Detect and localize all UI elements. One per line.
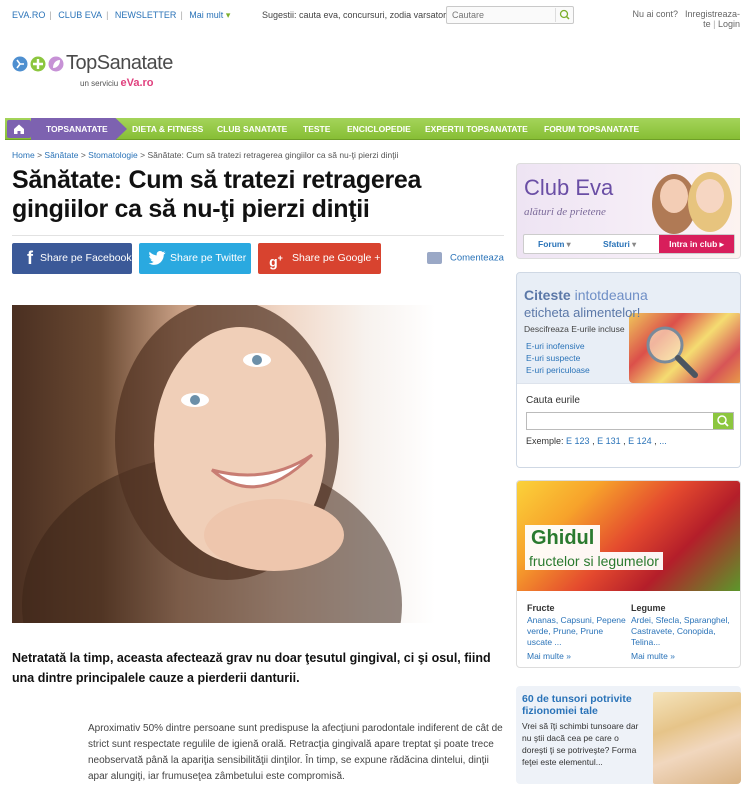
blonde-woman-photo[interactable] bbox=[653, 692, 741, 784]
nav-item-teste[interactable]: TESTE bbox=[303, 118, 330, 140]
article-hero-image bbox=[12, 305, 504, 623]
citeste-headline: Citeste intotdeauna bbox=[524, 287, 648, 303]
e-example-more[interactable]: ... bbox=[659, 436, 667, 446]
logo-icon bbox=[12, 56, 64, 72]
fructe-more-link[interactable]: Mai multe » bbox=[527, 651, 571, 661]
legume-more-link[interactable]: Mai multe » bbox=[631, 651, 675, 661]
top-link-eva[interactable]: EVA.RO bbox=[12, 10, 45, 20]
comment-label: Comenteaza bbox=[450, 252, 504, 264]
logo-wordmark: TopSanatate bbox=[66, 52, 173, 74]
haircuts-headline[interactable]: 60 de tunsori potrivite fizionomiei tale bbox=[522, 693, 662, 717]
breadcrumb-separator: > bbox=[80, 150, 86, 160]
share-twitter-button[interactable]: Share pe Twitter bbox=[139, 243, 251, 274]
share-facebook-button[interactable]: f Share pe Facebook bbox=[12, 243, 132, 274]
guide-title: Ghidul bbox=[525, 525, 601, 552]
top-bar: EVA.RO| CLUB EVA| NEWSLETTER| Mai mult S… bbox=[0, 0, 752, 32]
club-eva-widget: Club Eva alături de prietene Forum Sfatu… bbox=[516, 163, 741, 259]
e-additives-widget: Citeste intotdeauna eticheta alimentelor… bbox=[516, 272, 741, 468]
smiling-woman-photo bbox=[22, 305, 402, 623]
search-suggestions: Sugestii: cauta eva, concursuri, zodia v… bbox=[262, 10, 447, 20]
legume-list[interactable]: Ardei, Sfecla, Sparanghel, Castravete, C… bbox=[631, 615, 731, 648]
e-search-input[interactable] bbox=[526, 412, 734, 430]
search-button[interactable] bbox=[555, 8, 571, 22]
login-link[interactable]: Login bbox=[718, 19, 740, 29]
breadcrumb: Home > Sănătate > Stomatologie > Sănătat… bbox=[12, 150, 398, 160]
breadcrumb-stomatologie[interactable]: Stomatologie bbox=[88, 150, 138, 160]
club-eva-tagline: alături de prietene bbox=[524, 206, 606, 218]
top-links: EVA.RO | CLUB EVA | NEWSLETTER | Mai mult bbox=[12, 10, 230, 21]
citeste-headline-line2: eticheta alimentelor! bbox=[524, 305, 641, 320]
top-link-more[interactable]: Mai mult bbox=[189, 10, 230, 20]
fructe-list[interactable]: Ananas, Capsuni, Pepene verde, Prune, Pr… bbox=[527, 615, 627, 648]
breadcrumb-sanatate[interactable]: Sănătate bbox=[44, 150, 78, 160]
comment-link[interactable]: Comenteaza bbox=[427, 252, 504, 264]
nav-item-enciclopedie[interactable]: ENCICLOPEDIE bbox=[347, 118, 411, 140]
magnifier-icon bbox=[646, 326, 698, 378]
article-body: Aproximativ 50% dintre persoane sunt pre… bbox=[88, 723, 503, 782]
nav-item-dieta-fitness[interactable]: DIETA & FITNESS bbox=[132, 118, 203, 140]
account-area: Nu ai cont? Inregistreaza-te | Login bbox=[632, 9, 740, 29]
breadcrumb-separator: > bbox=[140, 150, 146, 160]
breadcrumb-home[interactable]: Home bbox=[12, 150, 35, 160]
search-icon bbox=[717, 415, 729, 427]
search-icon bbox=[559, 9, 570, 20]
e-search-section: Cauta eurile Exemple: E 123 , E 131 , E … bbox=[517, 383, 740, 467]
e-examples: Exemple: E 123 , E 131 , E 124 , ... bbox=[526, 436, 667, 446]
search-input[interactable] bbox=[447, 7, 551, 23]
e-inofensive-link[interactable]: E-uri inofensive bbox=[526, 341, 585, 351]
e-example-link[interactable]: E 124 bbox=[628, 436, 652, 446]
nav-item-topsanatate[interactable]: TOPSANATATE bbox=[31, 118, 127, 140]
e-search-label: Cauta eurile bbox=[526, 395, 580, 406]
e-example-link[interactable]: E 123 bbox=[566, 436, 590, 446]
fructe-heading: Fructe bbox=[527, 603, 555, 613]
club-eva-join-button[interactable]: Intra in club bbox=[659, 235, 734, 253]
citeste-subtitle: Descifreaza E-urile incluse bbox=[524, 324, 625, 334]
club-eva-tab-sfaturi[interactable]: Sfaturi bbox=[603, 235, 636, 254]
e-example-link[interactable]: E 131 bbox=[597, 436, 621, 446]
haircuts-widget: 60 de tunsori potrivite fizionomiei tale… bbox=[516, 686, 741, 784]
google-plus-icon: g+ bbox=[269, 253, 283, 270]
guide-subtitle: fructelor si legumelor bbox=[525, 552, 663, 570]
friends-photo bbox=[652, 172, 732, 234]
title-divider bbox=[12, 235, 504, 236]
top-link-newsletter[interactable]: NEWSLETTER bbox=[115, 10, 177, 20]
e-search-button[interactable] bbox=[713, 413, 733, 429]
club-eva-tabs: Forum Sfaturi Intra in club bbox=[523, 234, 735, 254]
twitter-icon bbox=[147, 248, 167, 269]
nav-item-club-sanatate[interactable]: CLUB SANATATE bbox=[217, 118, 287, 140]
share-google-label: Share pe Google + bbox=[292, 252, 381, 264]
e-suspecte-link[interactable]: E-uri suspecte bbox=[526, 353, 580, 363]
share-facebook-label: Share pe Facebook bbox=[40, 252, 132, 264]
nav-item-forum[interactable]: FORUM TOPSANATATE bbox=[544, 118, 639, 140]
breadcrumb-separator: > bbox=[37, 150, 43, 160]
search-box bbox=[446, 6, 574, 24]
article-lead: Netratată la timp, aceasta afectează gra… bbox=[12, 651, 491, 685]
breadcrumb-current: Sănătate: Cum să tratezi retragerea ging… bbox=[147, 150, 399, 160]
no-account-text: Nu ai cont? bbox=[632, 9, 678, 19]
share-twitter-label: Share pe Twitter bbox=[170, 252, 247, 264]
comment-icon bbox=[427, 252, 442, 264]
nav-item-expertii[interactable]: EXPERTII TOPSANATATE bbox=[425, 118, 528, 140]
club-eva-tab-forum[interactable]: Forum bbox=[538, 235, 571, 254]
share-google-button[interactable]: g+ Share pe Google + bbox=[258, 243, 381, 274]
main-nav: TOPSANATATE DIETA & FITNESS CLUB SANATAT… bbox=[5, 118, 740, 140]
logo-tagline: un serviciu eVa.ro bbox=[80, 77, 154, 89]
fruit-vegetable-guide-widget: Ghidul fructelor si legumelor Fructe Ana… bbox=[516, 480, 741, 668]
home-icon bbox=[14, 124, 24, 134]
top-link-club-eva[interactable]: CLUB EVA bbox=[58, 10, 102, 20]
article-title: Sănătate: Cum să tratezi retragerea ging… bbox=[12, 166, 422, 223]
club-eva-title: Club Eva bbox=[524, 175, 614, 200]
e-periculoase-link[interactable]: E-uri periculoase bbox=[526, 365, 590, 375]
legume-heading: Legume bbox=[631, 603, 666, 613]
nav-home-button[interactable] bbox=[7, 120, 31, 138]
facebook-icon: f bbox=[27, 248, 33, 268]
haircuts-teaser: Vrei să îţi schimbi tunsoare dar nu ştii… bbox=[522, 721, 639, 767]
